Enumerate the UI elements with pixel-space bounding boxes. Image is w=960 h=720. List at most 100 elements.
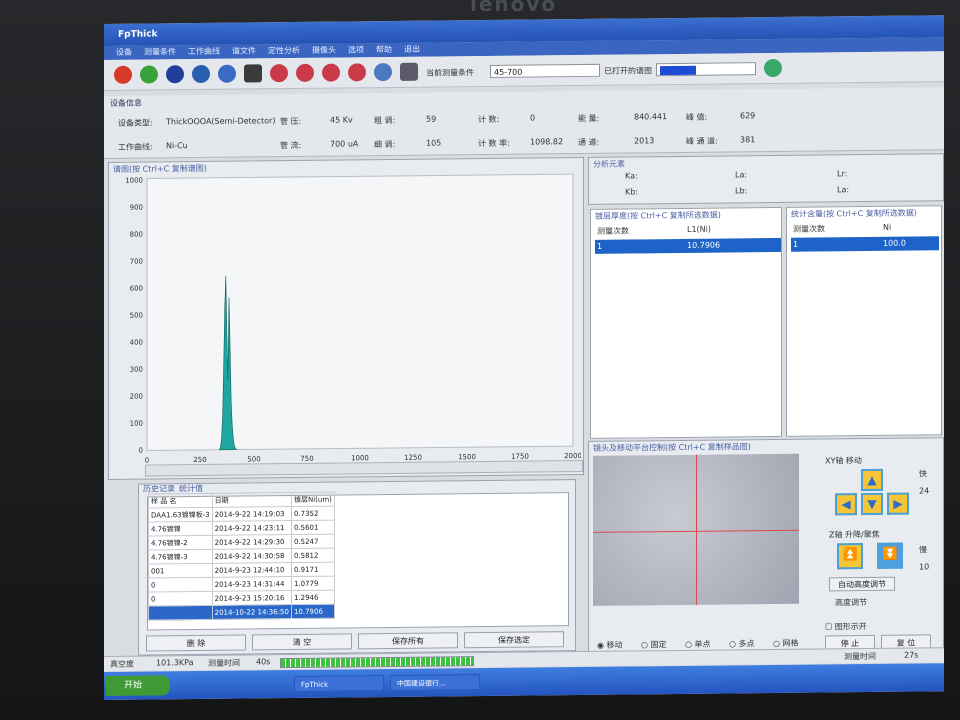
move-down-button[interactable]: ▼ <box>861 492 883 516</box>
element-ka: Ka: <box>625 171 638 181</box>
history-table: 样 品 名 日期 镀层Ni(um) DAA1.63镀镍板-3 2014-9-22 … <box>148 492 335 621</box>
task-fpthick[interactable]: FpThick <box>294 675 384 693</box>
cell-sample <box>148 605 213 621</box>
refresh-icon[interactable] <box>764 58 782 78</box>
fast-label: 快 <box>919 469 927 479</box>
menu-item-device[interactable]: 设备 <box>112 46 136 60</box>
cell-thickness: 0.7352 <box>291 506 335 521</box>
stop-icon[interactable] <box>166 65 184 84</box>
calculator-icon[interactable] <box>244 64 262 83</box>
menu-item-options[interactable]: 选项 <box>344 43 368 57</box>
current-label: 管 流: <box>280 140 302 151</box>
cell-sample: 001 <box>148 563 213 579</box>
print-icon[interactable] <box>400 62 418 81</box>
peak-label: 峰 值: <box>686 112 708 122</box>
app-window: FpThick 设备 测量条件 工作曲线 谱文件 定性分析 摄像头 选项 帮助 … <box>104 15 944 700</box>
radio-multi[interactable]: ○ 多点 <box>729 638 755 649</box>
cell-sample: 4.76镀镍-2 <box>148 535 213 551</box>
radio-fixed-label: 固定 <box>650 640 667 650</box>
save-selected-button[interactable]: 保存选定 <box>464 631 564 649</box>
camera-title: 镜头及移动平台控制(按 Ctrl+C 复制样品图) <box>593 442 751 453</box>
zoom-icon[interactable] <box>270 64 288 83</box>
radio-move-label: 移动 <box>606 640 623 650</box>
height-adjust-label[interactable]: 高度调节 <box>835 597 867 608</box>
settings-icon[interactable] <box>218 64 236 83</box>
y-tick: 100 <box>130 420 143 428</box>
auto-focus-button[interactable]: 自动高度调节 <box>829 576 895 592</box>
cell-thickness: 0.9171 <box>291 562 335 577</box>
stats-panel: 统计含量(按 Ctrl+C 复制所选数据) 测量次数 Ni 1 100.0 <box>786 205 942 437</box>
radio-single[interactable]: ○ 单点 <box>685 639 711 650</box>
zoom-out-icon[interactable] <box>296 63 314 82</box>
thickness-col-value: L1(Ni) <box>687 224 711 234</box>
start-button[interactable]: 开始 <box>106 675 170 696</box>
channel-label: 通 道: <box>578 137 600 148</box>
table-row-selected[interactable]: 2014-10-22 14:36:50 10.7906 <box>148 604 335 621</box>
cell-date: 2014-9-22 14:19:03 <box>212 506 292 522</box>
zoom-in-icon[interactable] <box>322 63 340 82</box>
coarse-value: 59 <box>426 114 437 124</box>
x-tick: 1750 <box>511 453 529 461</box>
camera-view[interactable] <box>593 453 799 606</box>
menu-item-qualitative[interactable]: 定性分析 <box>264 44 304 58</box>
y-tick: 200 <box>130 393 143 401</box>
z-down-button[interactable]: ⏬ <box>877 542 903 569</box>
menu-item-camera[interactable]: 摄像头 <box>308 44 340 58</box>
crosshair-vertical <box>696 454 697 605</box>
y-tick: 400 <box>130 339 143 347</box>
move-right-button[interactable]: ▶ <box>887 492 909 515</box>
cell-date: 2014-9-22 14:23:11 <box>212 520 292 536</box>
cell-date: 2014-9-23 15:20:16 <box>212 590 292 606</box>
spectrum-label: 已打开的谱图 <box>604 66 652 76</box>
delete-button[interactable]: 删 除 <box>146 634 246 652</box>
open-icon[interactable] <box>140 65 158 84</box>
x-tick: 2000 <box>564 452 581 460</box>
y-tick: 0 <box>139 447 143 455</box>
x-tick: 1250 <box>404 454 422 462</box>
save-all-button[interactable]: 保存所有 <box>358 632 458 650</box>
menu-item-spectrum-file[interactable]: 谱文件 <box>228 44 260 58</box>
x-tick: 750 <box>300 455 313 463</box>
task-bank[interactable]: 中国建设银行... <box>390 674 480 692</box>
move-left-button[interactable]: ◀ <box>835 493 857 516</box>
spectrum-select[interactable] <box>656 62 756 77</box>
y-tick: 300 <box>130 366 143 374</box>
graphic-show-checkbox[interactable]: ☐ 图形示开 <box>825 621 867 632</box>
progress-bar <box>280 656 474 669</box>
cell-thickness: 0.5812 <box>291 548 335 563</box>
radio-grid[interactable]: ○ 网格 <box>773 638 799 649</box>
menu-item-help[interactable]: 帮助 <box>372 43 396 57</box>
peak-value: 629 <box>740 111 756 121</box>
zoom-reset-icon[interactable] <box>348 63 366 82</box>
z-up-button[interactable]: ⏫ <box>837 543 863 570</box>
menu-item-exit[interactable]: 退出 <box>400 43 424 57</box>
clear-button[interactable]: 清 空 <box>252 633 352 651</box>
element-la2: La: <box>837 185 850 195</box>
menu-item-conditions[interactable]: 测量条件 <box>140 45 180 59</box>
info-icon[interactable] <box>192 64 210 84</box>
status-vacuum-label: 真空度 <box>110 659 134 669</box>
y-tick: 500 <box>130 312 143 320</box>
radio-fixed[interactable]: ○ 固定 <box>641 639 667 650</box>
cell-date: 2014-9-22 14:30:58 <box>212 548 292 564</box>
device-type-value: ThickOOOA(Semi-Detector) <box>166 116 276 127</box>
stats-row[interactable]: 1 100.0 <box>791 236 939 252</box>
radio-single-label: 单点 <box>694 639 711 649</box>
count-value: 0 <box>530 113 536 123</box>
rate-value: 1098.82 <box>530 137 564 147</box>
spectrum-chart[interactable]: 1000 900 800 700 600 500 400 300 200 100… <box>111 170 581 475</box>
move-up-button[interactable]: ▲ <box>861 468 883 492</box>
count-label: 计 数: <box>478 114 500 125</box>
search-icon[interactable] <box>374 62 392 82</box>
radio-move[interactable]: ◉ 移动 <box>597 640 623 651</box>
element-lb: Lb: <box>735 186 748 196</box>
voltage-label: 管 压: <box>280 116 302 127</box>
thickness-row[interactable]: 1 10.7906 <box>595 237 781 254</box>
condition-select[interactable]: 45-700 <box>490 63 600 78</box>
status-right-label: 测量时间 <box>844 651 876 662</box>
history-col-thickness: 镀层Ni(um) <box>291 492 335 507</box>
stats-title: 统计含量(按 Ctrl+C 复制所选数据) <box>791 208 917 219</box>
start-measure-icon[interactable] <box>114 65 132 84</box>
menu-item-curve[interactable]: 工作曲线 <box>184 45 224 59</box>
device-info-title: 设备信息 <box>110 98 142 108</box>
